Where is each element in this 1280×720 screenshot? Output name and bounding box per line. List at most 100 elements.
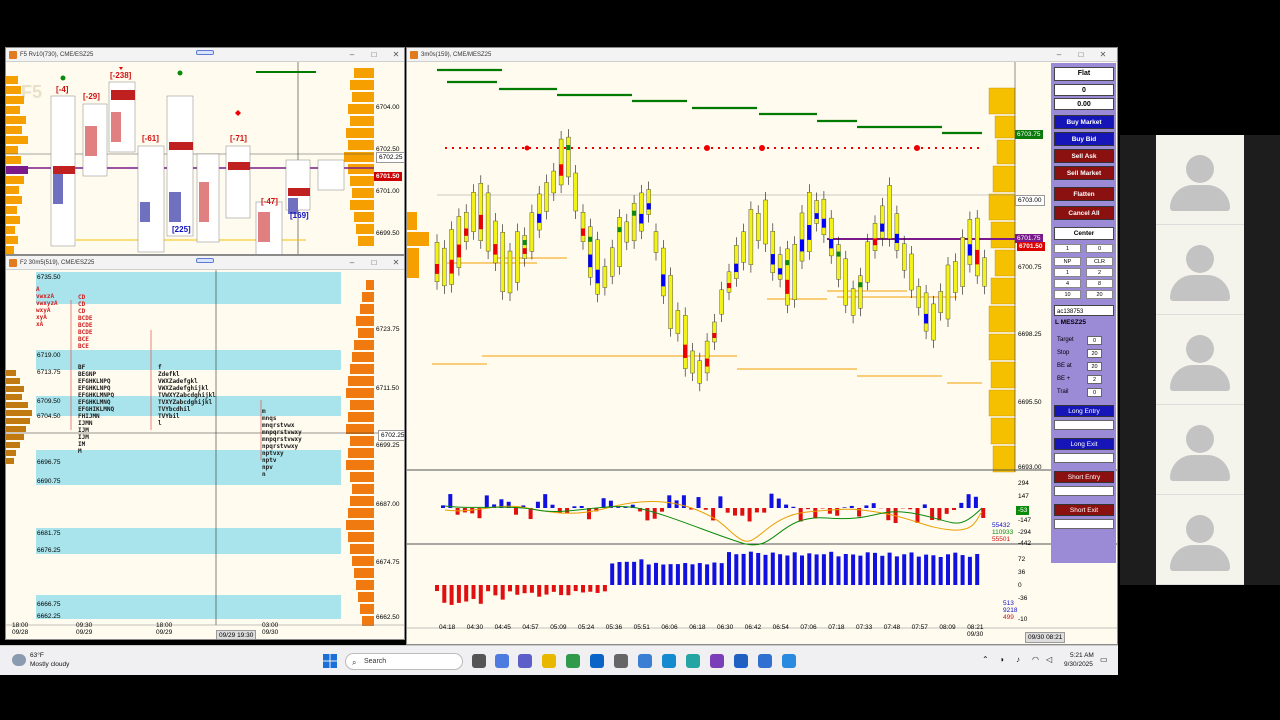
- settings-icon[interactable]: [614, 654, 628, 668]
- maximize-icon[interactable]: □: [368, 256, 380, 270]
- qty-preset-button[interactable]: 4: [1054, 279, 1081, 288]
- trail-spinner[interactable]: 0: [1087, 388, 1102, 397]
- time-label: 08:21: [967, 624, 984, 631]
- short-exit-select[interactable]: [1054, 519, 1114, 529]
- chevron-up-icon[interactable]: ⌃: [982, 655, 989, 664]
- be-plus-spinner[interactable]: 2: [1087, 375, 1102, 384]
- window-titlebar[interactable]: 3m0s(159), CME/MESZ25 – □ ✕: [407, 48, 1117, 62]
- close-icon[interactable]: ✕: [390, 256, 402, 270]
- windows-start-icon[interactable]: [323, 654, 337, 668]
- qty-input[interactable]: 1: [1054, 244, 1081, 253]
- maximize-icon[interactable]: □: [368, 48, 380, 62]
- teams-icon[interactable]: [518, 654, 532, 668]
- sell-ask-button[interactable]: Sell Ask: [1054, 149, 1114, 163]
- store-icon[interactable]: [566, 654, 580, 668]
- be-at-spinner[interactable]: 20: [1087, 362, 1102, 371]
- short-entry-select[interactable]: [1054, 486, 1114, 496]
- minimize-icon[interactable]: –: [1053, 48, 1065, 62]
- weather-desc[interactable]: Mostly cloudy: [30, 661, 69, 668]
- candlestick-chart[interactable]: [407, 62, 1118, 645]
- qty-preset-button[interactable]: 10: [1054, 290, 1081, 299]
- flatten-button[interactable]: Flatten: [1054, 187, 1114, 201]
- long-exit-select[interactable]: [1054, 453, 1114, 463]
- footprint-chart-window[interactable]: F5 Rv10(730), CME/ESZ25 – □ ✕ F5 [-4] [-…: [5, 47, 405, 255]
- minimize-icon[interactable]: –: [346, 256, 358, 270]
- maximize-icon[interactable]: □: [1075, 48, 1087, 62]
- clock-time[interactable]: 5:21 AM: [1070, 652, 1094, 659]
- participant-tile[interactable]: [1156, 405, 1244, 495]
- long-entry-button[interactable]: Long Entry: [1054, 405, 1114, 417]
- cancel-all-button[interactable]: Cancel All: [1054, 206, 1114, 220]
- weather-temp[interactable]: 63°F: [30, 652, 44, 659]
- edge-icon[interactable]: [662, 654, 676, 668]
- qty-preset-button[interactable]: 20: [1086, 290, 1113, 299]
- app-icon: [410, 51, 418, 59]
- window-titlebar[interactable]: F2 30m5(519), CME/ESZ25 – □ ✕: [6, 256, 404, 270]
- app-icon[interactable]: [782, 654, 796, 668]
- main-chart-window[interactable]: 3m0s(159), CME/MESZ25 – □ ✕ 6703.75 6703…: [406, 47, 1118, 645]
- close-icon[interactable]: ✕: [1097, 48, 1109, 62]
- qty-preset-button[interactable]: 8: [1086, 279, 1113, 288]
- close-icon[interactable]: ✕: [390, 48, 402, 62]
- microphone-icon[interactable]: ♪: [1016, 655, 1020, 664]
- stop-spinner[interactable]: 20: [1087, 349, 1102, 358]
- qty-preset-button[interactable]: 1: [1054, 268, 1081, 277]
- network-icon[interactable]: ◗: [1000, 655, 1005, 664]
- qty-offset-input[interactable]: 0: [1086, 244, 1113, 253]
- pin-icon[interactable]: [196, 50, 214, 55]
- photos-icon[interactable]: [638, 654, 652, 668]
- minimize-icon[interactable]: –: [346, 48, 358, 62]
- volume-bar: [624, 561, 629, 585]
- volume-bar: [617, 562, 622, 585]
- participant-tile[interactable]: [1156, 135, 1244, 225]
- candle-body: [726, 271, 732, 293]
- buy-bid-button[interactable]: Buy Bid: [1054, 132, 1114, 146]
- candle-body: [967, 219, 973, 265]
- participant-tile[interactable]: [1156, 315, 1244, 405]
- delta-stat: 55432: [992, 522, 1011, 529]
- short-exit-button[interactable]: Short Exit: [1054, 504, 1114, 516]
- candle-body: [558, 138, 564, 186]
- outlook-icon[interactable]: [590, 654, 604, 668]
- short-entry-button[interactable]: Short Entry: [1054, 471, 1114, 483]
- participant-tile[interactable]: [1156, 495, 1244, 585]
- weather-icon[interactable]: [12, 654, 26, 666]
- np-button[interactable]: NP: [1054, 257, 1081, 266]
- long-exit-button[interactable]: Long Exit: [1054, 438, 1114, 450]
- window-titlebar[interactable]: F5 Rv10(730), CME/ESZ25 – □ ✕: [6, 48, 404, 62]
- buy-market-button[interactable]: Buy Market: [1054, 115, 1114, 129]
- account-select[interactable]: ac138753: [1054, 305, 1114, 316]
- long-entry-select[interactable]: [1054, 420, 1114, 430]
- volume-icon[interactable]: ◁: [1046, 655, 1052, 664]
- tpo-chart[interactable]: [6, 270, 405, 640]
- pin-icon[interactable]: [196, 258, 214, 263]
- chrome-icon[interactable]: [686, 654, 700, 668]
- target-spinner[interactable]: 0: [1087, 336, 1102, 345]
- candle-body: [704, 340, 710, 374]
- cursor-time-tag: 09/29 19:30: [216, 630, 257, 639]
- file-explorer-icon[interactable]: [542, 654, 556, 668]
- sell-market-button[interactable]: Sell Market: [1054, 166, 1114, 180]
- participant-tile[interactable]: [1156, 225, 1244, 315]
- center-button[interactable]: Center: [1054, 227, 1114, 240]
- clock-date[interactable]: 9/30/2025: [1064, 661, 1093, 668]
- last-date: 09/30: [967, 631, 984, 638]
- trading-app-icon[interactable]: [734, 654, 748, 668]
- tpo-chart-window[interactable]: F2 30m5(519), CME/ESZ25 – □ ✕ A vwxzA vw…: [5, 255, 405, 640]
- delta-bar: [718, 496, 723, 508]
- candle-body: [675, 310, 681, 334]
- tag-price: 6703.00: [1015, 195, 1045, 206]
- qty-preset-button[interactable]: 2: [1086, 268, 1113, 277]
- volume-bar: [464, 585, 469, 602]
- clr-button[interactable]: CLR: [1086, 257, 1113, 266]
- notification-icon[interactable]: ▭: [1100, 655, 1108, 664]
- window-app-icon[interactable]: [758, 654, 772, 668]
- candle-segment: [785, 279, 790, 294]
- copilot-icon[interactable]: [495, 654, 509, 668]
- visual-studio-icon[interactable]: [710, 654, 724, 668]
- task-view-icon[interactable]: [472, 654, 486, 668]
- wifi-icon[interactable]: ◠: [1032, 655, 1039, 664]
- footprint-chart[interactable]: [-4] [-29] [-238] [-61] [-71] [-47] [225] [16…: [6, 62, 405, 255]
- search-input[interactable]: ⌕ Search: [345, 653, 463, 670]
- be-plus-label: BE +: [1057, 376, 1071, 382]
